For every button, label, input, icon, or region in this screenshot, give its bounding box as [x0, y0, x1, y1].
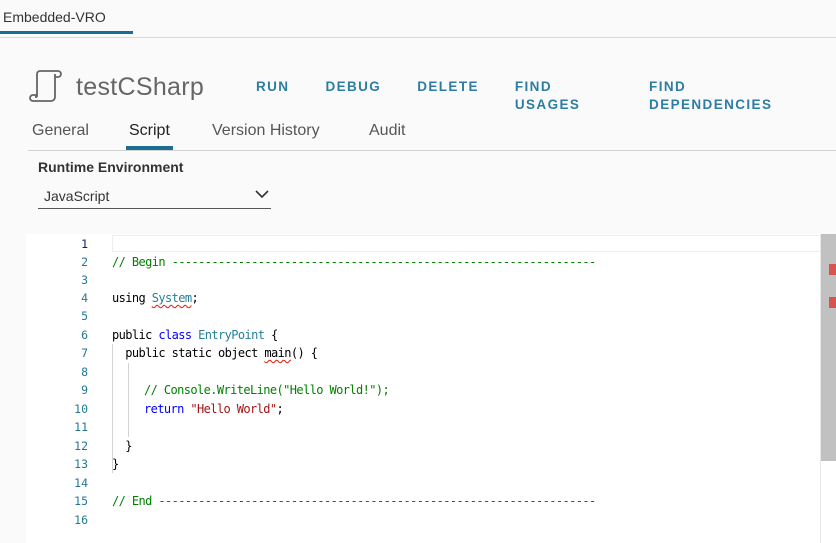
editor-scrollbar[interactable] — [820, 234, 836, 543]
find-usages-button[interactable]: FIND USAGES — [515, 78, 613, 114]
line-number: 14 — [74, 476, 88, 490]
line-number-gutter: 1 2 3 4 5 6 7 8 9 10 11 12 13 14 15 16 — [26, 234, 88, 543]
line-number: 1 — [81, 237, 88, 251]
top-tab-bar: Embedded-VRO — [0, 0, 836, 38]
code-area[interactable]: // Begin -------------------------------… — [112, 234, 822, 543]
delete-button[interactable]: DELETE — [417, 78, 479, 114]
tab-general[interactable]: General — [32, 117, 89, 147]
error-marker[interactable] — [829, 264, 836, 275]
method-parens: () { — [290, 346, 318, 360]
code-editor[interactable]: 1 2 3 4 5 6 7 8 9 10 11 12 13 14 15 16 /… — [26, 234, 836, 543]
code-line-class: public class EntryPoint { — [112, 326, 278, 344]
code-line-main: public static object main() { — [112, 344, 318, 362]
line-number: 2 — [81, 255, 88, 269]
string-hello-world: "Hello World" — [190, 402, 277, 416]
keyword-using: using — [112, 291, 152, 305]
run-button[interactable]: RUN — [256, 78, 289, 114]
method-signature: public static object — [112, 346, 265, 360]
find-dependencies-button[interactable]: FIND DEPENDENCIES — [649, 78, 800, 114]
workflow-header: testCSharp RUN DEBUG DELETE FIND USAGES … — [28, 68, 836, 112]
line-number: 9 — [81, 383, 88, 397]
tab-version-history[interactable]: Version History — [212, 117, 320, 147]
semicolon: ; — [191, 291, 199, 305]
code-line-close-inner: } — [112, 439, 132, 453]
runtime-environment-label: Runtime Environment — [38, 159, 184, 175]
tab-script[interactable]: Script — [126, 117, 173, 150]
keyword-return: return — [144, 402, 184, 416]
line-number: 6 — [81, 328, 88, 342]
action-bar: RUN DEBUG DELETE FIND USAGES FIND DEPEND… — [256, 78, 836, 114]
current-line-highlight — [112, 235, 822, 252]
code-line-using: using System; — [112, 289, 199, 307]
type-system: System — [151, 291, 192, 305]
type-entrypoint: EntryPoint — [198, 328, 265, 342]
line-number: 10 — [74, 402, 88, 416]
error-marker[interactable] — [829, 297, 836, 308]
line-number: 5 — [81, 309, 88, 323]
code-line-begin-comment: // Begin -------------------------------… — [112, 255, 596, 269]
line-number: 15 — [74, 494, 88, 508]
line-number: 13 — [74, 457, 88, 471]
workflow-scroll-icon — [29, 70, 62, 102]
tab-audit[interactable]: Audit — [369, 117, 405, 147]
code-line-console-comment: // Console.WriteLine("Hello World!"); — [144, 383, 390, 397]
chevron-down-icon — [255, 190, 269, 199]
workflow-title: testCSharp — [76, 73, 205, 101]
line-number: 7 — [81, 346, 88, 360]
top-tab-embedded-vro[interactable]: Embedded-VRO — [0, 0, 133, 34]
code-line-end-comment: // End ---------------------------------… — [112, 494, 596, 508]
open-brace: { — [264, 328, 278, 342]
indent-guide — [128, 363, 129, 437]
keyword-public: public — [112, 328, 159, 342]
code-line-return: return "Hello World"; — [144, 402, 284, 416]
method-main: main — [264, 346, 291, 360]
line-number: 12 — [74, 439, 88, 453]
debug-button[interactable]: DEBUG — [325, 78, 381, 114]
runtime-environment-select[interactable]: JavaScript — [38, 185, 271, 209]
line-number: 8 — [81, 365, 88, 379]
line-number: 11 — [74, 420, 88, 434]
runtime-selected-value: JavaScript — [44, 188, 110, 204]
subtab-bar: General Script Version History Audit — [28, 117, 836, 151]
line-number: 4 — [81, 291, 88, 305]
code-line-close-outer: } — [112, 457, 119, 471]
line-number: 3 — [81, 273, 88, 287]
line-number: 16 — [74, 513, 88, 527]
keyword-class: class — [158, 328, 192, 342]
